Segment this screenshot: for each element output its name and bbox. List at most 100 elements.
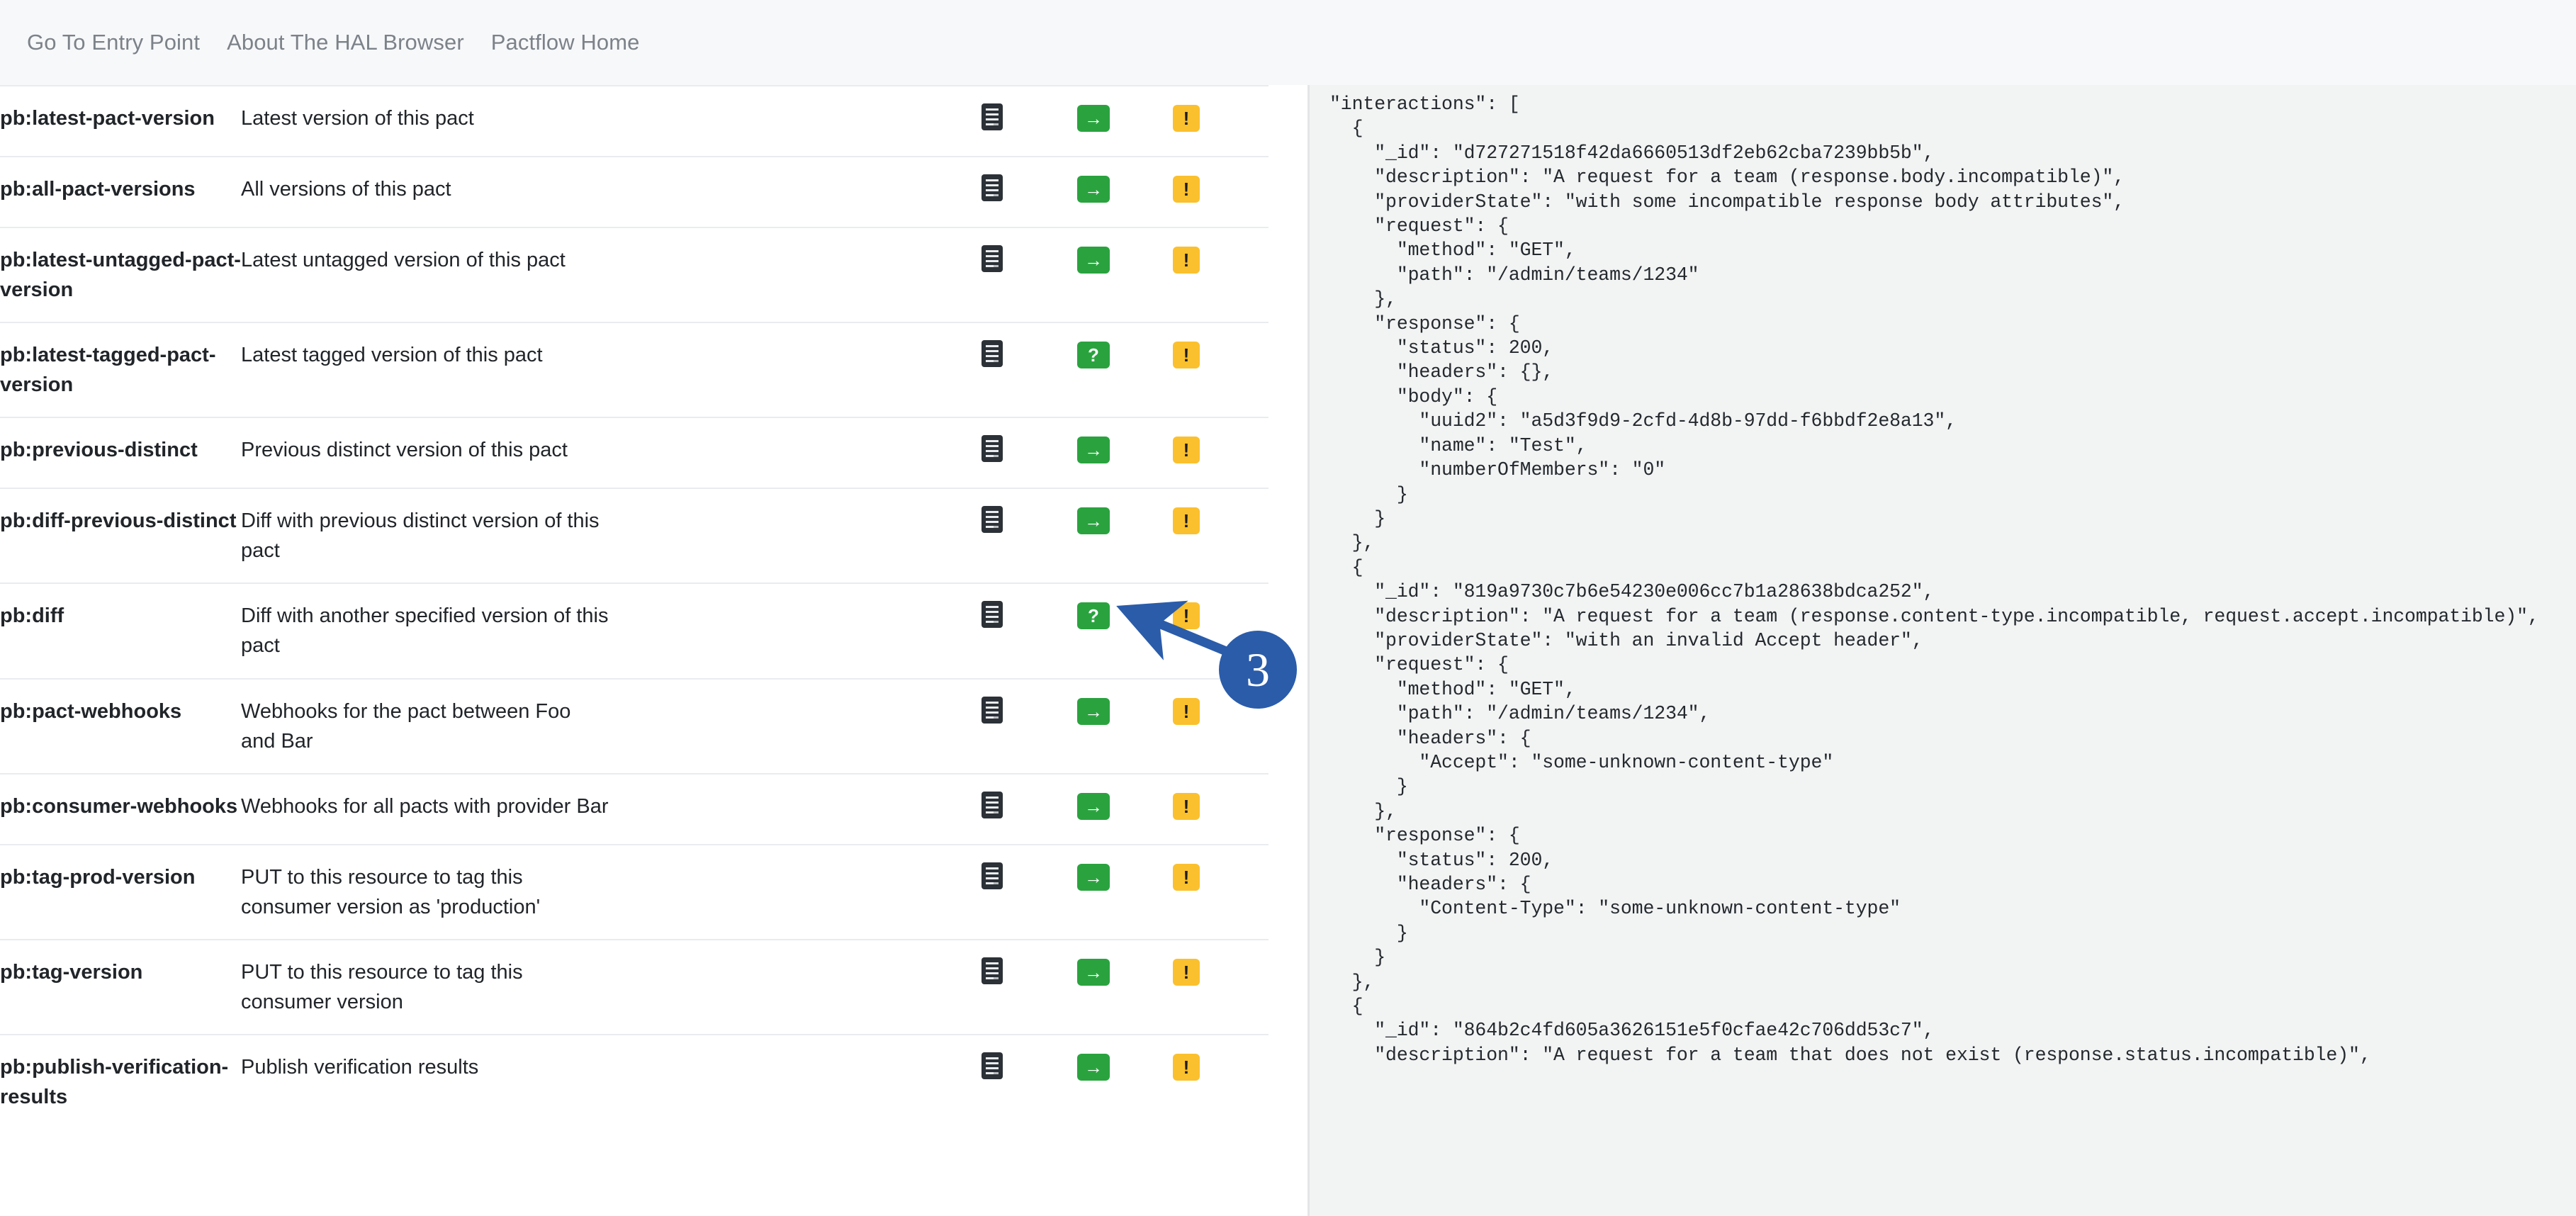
- arrow-right-icon[interactable]: →: [1077, 105, 1110, 132]
- table-row: pb:tag-version PUT to this resource to ta…: [0, 939, 1269, 1035]
- spacer-cell: [609, 583, 982, 678]
- warning-cell: !: [1173, 583, 1269, 678]
- link-rel-name: pb:latest-pact-version: [0, 107, 215, 130]
- action-cell: →: [1077, 940, 1173, 1035]
- document-icon[interactable]: [982, 340, 1003, 368]
- table-row: pb:pact-webhooks Webhooks for the pact be…: [0, 678, 1269, 774]
- arrow-right-icon[interactable]: →: [1077, 863, 1110, 891]
- arrow-right-icon[interactable]: →: [1077, 247, 1110, 274]
- links-table-body: pb:latest-pact-version Latest version of …: [0, 86, 1269, 1129]
- nav-link-about-the-hal-browser[interactable]: About The HAL Browser: [227, 30, 464, 55]
- action-cell: ?: [1077, 583, 1173, 678]
- link-title: Diff with previous distinct version of t…: [241, 510, 600, 563]
- nav-link-pactflow-home[interactable]: Pactflow Home: [491, 30, 640, 55]
- spacer-cell: [609, 1035, 982, 1129]
- warning-exclamation-icon[interactable]: !: [1173, 792, 1200, 820]
- spacer-cell: [609, 86, 982, 157]
- link-rel-name: pb:diff-previous-distinct: [0, 510, 237, 533]
- json-response-panel[interactable]: "interactions": [ { "_id": "d727271518f4…: [1307, 85, 2576, 1216]
- arrow-right-icon[interactable]: →: [1077, 792, 1110, 820]
- document-icon[interactable]: [982, 696, 1003, 724]
- warning-exclamation-icon[interactable]: !: [1173, 697, 1200, 725]
- document-icon[interactable]: [982, 957, 1003, 984]
- action-cell: →: [1077, 417, 1173, 488]
- document-icon[interactable]: [982, 862, 1003, 889]
- docs-cell: [982, 86, 1077, 157]
- document-icon[interactable]: [982, 174, 1003, 202]
- spacer-cell: [609, 845, 982, 940]
- link-rel-name: pb:tag-version: [0, 960, 143, 984]
- warning-exclamation-icon[interactable]: !: [1173, 1053, 1200, 1081]
- action-cell: →: [1077, 774, 1173, 845]
- link-rel-name: pb:previous-distinct: [0, 439, 198, 462]
- warning-cell: !: [1173, 940, 1269, 1035]
- table-row: pb:latest-untagged-pact-version Latest un…: [0, 227, 1269, 322]
- link-rel-name: pb:diff: [0, 604, 64, 628]
- question-mark-icon[interactable]: ?: [1077, 342, 1110, 369]
- action-cell: →: [1077, 845, 1173, 940]
- question-mark-icon[interactable]: ?: [1077, 602, 1110, 630]
- warning-cell: !: [1173, 774, 1269, 845]
- link-title: Publish verification results: [241, 1055, 479, 1079]
- warning-exclamation-icon[interactable]: !: [1173, 958, 1200, 986]
- document-icon[interactable]: [982, 245, 1003, 273]
- arrow-right-icon[interactable]: →: [1077, 958, 1110, 986]
- action-cell: →: [1077, 86, 1173, 157]
- arrow-right-icon[interactable]: →: [1077, 697, 1110, 725]
- warning-cell: !: [1173, 322, 1269, 417]
- action-cell: →: [1077, 679, 1173, 774]
- warning-cell: !: [1173, 157, 1269, 227]
- document-icon[interactable]: [982, 103, 1003, 130]
- warning-cell: !: [1173, 679, 1269, 774]
- link-title: Diff with another specified version of t…: [241, 604, 609, 658]
- warning-exclamation-icon[interactable]: !: [1173, 247, 1200, 274]
- arrow-right-icon[interactable]: →: [1077, 176, 1110, 203]
- warning-cell: !: [1173, 227, 1269, 322]
- docs-cell: [982, 583, 1077, 678]
- link-rel-name: pb:latest-tagged-pact-version: [0, 344, 216, 397]
- link-title: Latest untagged version of this pact: [241, 249, 566, 272]
- arrow-right-icon[interactable]: →: [1077, 1053, 1110, 1081]
- links-table: pb:latest-pact-version Latest version of …: [0, 85, 1269, 1129]
- action-cell: →: [1077, 227, 1173, 322]
- warning-cell: !: [1173, 488, 1269, 583]
- warning-exclamation-icon[interactable]: !: [1173, 863, 1200, 891]
- warning-exclamation-icon[interactable]: !: [1173, 342, 1200, 369]
- spacer-cell: [609, 157, 982, 227]
- link-title: Previous distinct version of this pact: [241, 439, 568, 462]
- document-icon[interactable]: [982, 435, 1003, 463]
- link-title: Latest tagged version of this pact: [241, 344, 543, 367]
- document-icon[interactable]: [982, 506, 1003, 534]
- table-row: pb:publish-verification-results Publish v…: [0, 1034, 1269, 1129]
- action-cell: ?: [1077, 322, 1173, 417]
- docs-cell: [982, 679, 1077, 774]
- spacer-cell: [609, 488, 982, 583]
- table-row: pb:previous-distinct Previous distinct ve…: [0, 417, 1269, 488]
- document-icon[interactable]: [982, 601, 1003, 629]
- spacer-cell: [609, 679, 982, 774]
- link-title: Latest version of this pact: [241, 107, 474, 130]
- link-title: PUT to this resource to tag this consume…: [241, 960, 523, 1013]
- link-rel-name: pb:pact-webhooks: [0, 699, 182, 723]
- link-title: All versions of this pact: [241, 178, 451, 201]
- warning-exclamation-icon[interactable]: !: [1173, 437, 1200, 464]
- warning-exclamation-icon[interactable]: !: [1173, 602, 1200, 630]
- docs-cell: [982, 845, 1077, 940]
- docs-cell: [982, 322, 1077, 417]
- warning-exclamation-icon[interactable]: !: [1173, 507, 1200, 535]
- warning-cell: !: [1173, 417, 1269, 488]
- warning-exclamation-icon[interactable]: !: [1173, 176, 1200, 203]
- arrow-right-icon[interactable]: →: [1077, 437, 1110, 464]
- warning-exclamation-icon[interactable]: !: [1173, 105, 1200, 132]
- document-icon[interactable]: [982, 1052, 1003, 1079]
- table-row: pb:latest-pact-version Latest version of …: [0, 86, 1269, 157]
- table-row: pb:latest-tagged-pact-version Latest tagg…: [0, 322, 1269, 417]
- arrow-right-icon[interactable]: →: [1077, 507, 1110, 535]
- docs-cell: [982, 488, 1077, 583]
- document-icon[interactable]: [982, 791, 1003, 818]
- docs-cell: [982, 417, 1077, 488]
- nav-link-go-to-entry-point[interactable]: Go To Entry Point: [27, 30, 200, 55]
- link-rel-name: pb:tag-prod-version: [0, 865, 196, 889]
- table-row: pb:consumer-webhooks Webhooks for all pac…: [0, 773, 1269, 845]
- link-title: Webhooks for the pact between Foo and Ba…: [241, 699, 571, 753]
